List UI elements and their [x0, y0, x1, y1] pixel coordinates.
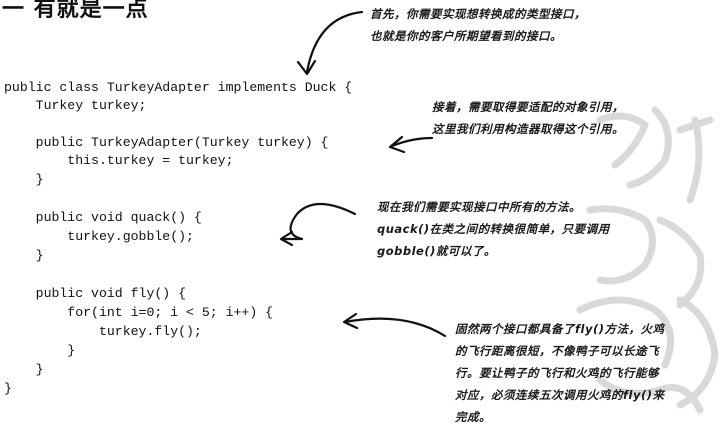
annotation-arrows: [279, 10, 447, 338]
arrow-icon: [280, 203, 357, 241]
arrow-icon: [343, 317, 447, 338]
arrow-icon: [305, 10, 364, 74]
book-page: 一 有就是一点 public class TurkeyAdapter imple…: [0, 0, 725, 445]
arrow-head-icon: [296, 59, 317, 76]
